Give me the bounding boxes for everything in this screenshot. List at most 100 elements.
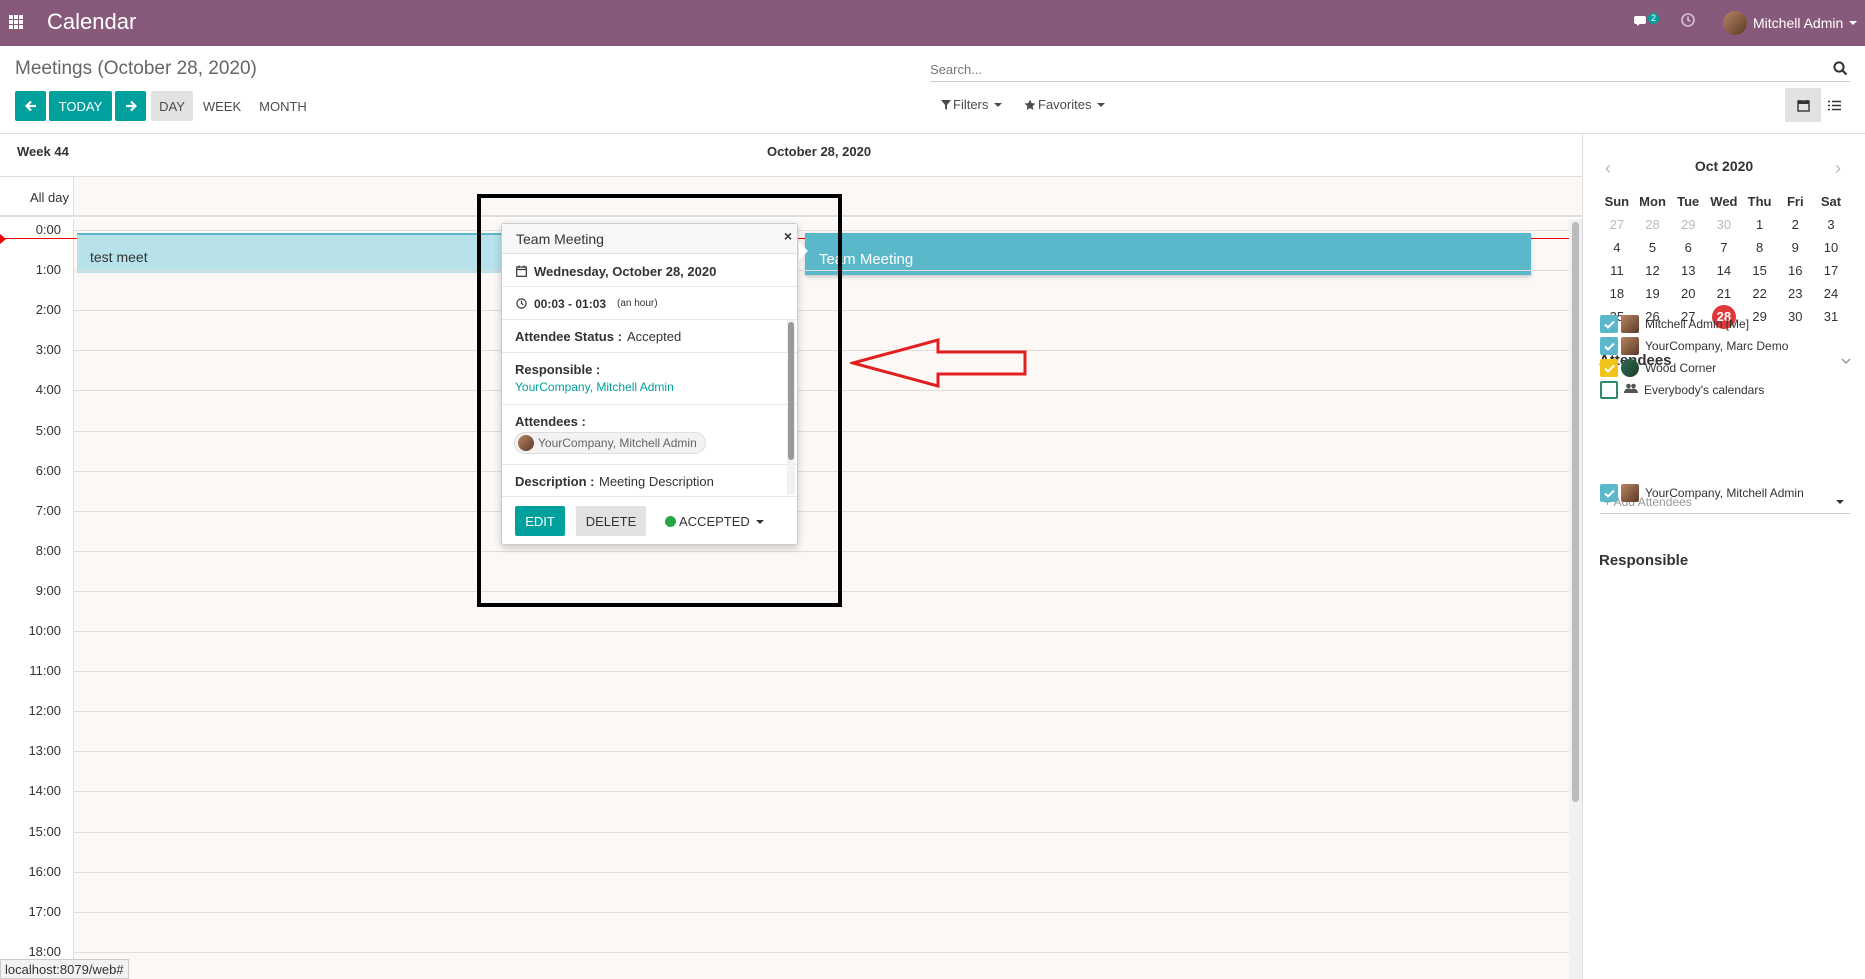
mini-calendar-day[interactable]: 19 xyxy=(1635,286,1671,301)
apps-grid-icon[interactable] xyxy=(9,15,23,29)
today-button[interactable]: TODAY xyxy=(49,91,112,121)
filter-label: Mitchell Admin [Me] xyxy=(1645,317,1750,331)
hour-label: 8:00 xyxy=(35,542,61,558)
scale-day-button[interactable]: DAY xyxy=(151,91,193,121)
favorites-dropdown[interactable]: Favorites xyxy=(1024,97,1106,112)
event-title: test meet xyxy=(90,249,148,265)
filters-dropdown[interactable]: Filters xyxy=(941,97,1003,112)
event-team-meeting[interactable]: Team Meeting xyxy=(805,233,1531,275)
hour-label: 10:00 xyxy=(28,623,61,638)
hour-label: 3:00 xyxy=(35,342,61,358)
mini-calendar-day[interactable]: 14 xyxy=(1706,263,1742,278)
hour-label: 7:00 xyxy=(35,502,61,518)
attendee-filter-item[interactable]: YourCompany, Marc Demo xyxy=(1600,336,1788,356)
avatar xyxy=(1621,359,1639,377)
hour-label: 6:00 xyxy=(35,462,61,478)
hour-line xyxy=(73,871,1569,873)
weekday-header: Mon xyxy=(1639,194,1666,209)
app-title[interactable]: Calendar xyxy=(47,9,136,35)
mini-calendar-day[interactable]: 15 xyxy=(1742,263,1778,278)
chat-badge: 2 xyxy=(1648,13,1660,24)
mini-calendar-day[interactable]: 5 xyxy=(1635,240,1671,255)
mini-calendar-day[interactable]: 30 xyxy=(1706,217,1742,232)
mini-calendar-day[interactable]: 29 xyxy=(1670,217,1706,232)
hour-label: 15:00 xyxy=(28,823,61,839)
check-icon xyxy=(1603,320,1615,329)
mini-calendar-day[interactable]: 8 xyxy=(1742,240,1778,255)
checkbox[interactable] xyxy=(1600,381,1618,399)
mini-calendar-day[interactable]: 10 xyxy=(1813,240,1849,255)
hour-label: 17:00 xyxy=(28,903,61,919)
mini-calendar-day[interactable]: 18 xyxy=(1599,286,1635,301)
mini-calendar-day[interactable]: 12 xyxy=(1635,263,1671,278)
filter-label: YourCompany, Mitchell Admin xyxy=(1645,486,1804,500)
list-view-button[interactable] xyxy=(1816,88,1852,122)
avatar xyxy=(1621,337,1639,355)
mini-calendar-day[interactable]: 22 xyxy=(1742,286,1778,301)
attendee-filter-item[interactable]: Mitchell Admin [Me] xyxy=(1600,314,1749,334)
vertical-scrollbar[interactable] xyxy=(1569,219,1582,979)
attendee-filter-item[interactable]: Wood Corner xyxy=(1600,358,1716,378)
calendar-sidebar: ‹ Oct 2020 › Sun Mon Tue Wed Thu Fri Sat 27 28 29… xyxy=(1582,133,1865,979)
search-icon[interactable] xyxy=(1833,61,1848,76)
arrow-left-icon xyxy=(24,100,36,112)
checkbox[interactable] xyxy=(1600,315,1618,333)
chevron-down-icon[interactable] xyxy=(1841,358,1851,365)
previous-button[interactable] xyxy=(15,91,46,121)
checkbox[interactable] xyxy=(1600,359,1618,377)
hour-label: 16:00 xyxy=(28,863,61,879)
highlight-rectangle xyxy=(477,194,842,607)
scale-month-button[interactable]: MONTH xyxy=(254,91,312,121)
hour-label: 18:00 xyxy=(28,943,61,959)
mini-calendar-day[interactable]: 30 xyxy=(1777,309,1813,324)
filters-label: Filters xyxy=(953,97,989,112)
mini-calendar-day[interactable]: 2 xyxy=(1777,217,1813,232)
user-menu[interactable]: Mitchell Admin xyxy=(1723,10,1858,36)
mini-calendar-day[interactable]: 31 xyxy=(1813,309,1849,324)
mini-calendar-day[interactable]: 28 xyxy=(1635,217,1671,232)
hour-label: 12:00 xyxy=(28,703,61,719)
weekday-header: Thu xyxy=(1747,194,1772,209)
hour-line xyxy=(73,911,1569,913)
favorites-label: Favorites xyxy=(1038,97,1092,112)
mini-calendar-day[interactable]: 20 xyxy=(1670,286,1706,301)
avatar xyxy=(1621,484,1639,502)
list-icon xyxy=(1827,100,1841,110)
mini-calendar-day[interactable]: 9 xyxy=(1777,240,1813,255)
star-icon xyxy=(1024,99,1036,110)
mini-calendar-day[interactable]: 11 xyxy=(1599,263,1635,278)
hour-line xyxy=(73,831,1569,833)
mini-calendar-day[interactable]: 27 xyxy=(1599,217,1635,232)
chat-button[interactable]: 2 xyxy=(1634,12,1664,34)
caret-down-icon xyxy=(1849,21,1858,25)
mini-calendar-day[interactable]: 24 xyxy=(1813,286,1849,301)
weekday-header: Sun xyxy=(1604,194,1630,209)
check-icon xyxy=(1603,364,1615,373)
responsible-filter-item[interactable]: YourCompany, Mitchell Admin xyxy=(1600,483,1804,503)
hour-label: 1:00 xyxy=(35,262,61,278)
attendee-filter-item[interactable]: Everybody's calendars xyxy=(1600,380,1764,400)
check-icon xyxy=(1603,489,1615,498)
breadcrumb-title: Meetings (October 28, 2020) xyxy=(15,58,257,79)
chevron-right-icon[interactable]: › xyxy=(1835,158,1841,179)
mini-calendar-day[interactable]: 17 xyxy=(1813,263,1849,278)
filter-label: YourCompany, Marc Demo xyxy=(1645,339,1789,353)
checkbox[interactable] xyxy=(1600,484,1618,502)
all-day-label: All day xyxy=(30,190,70,205)
search-input[interactable] xyxy=(930,58,1810,80)
mini-calendar-day[interactable]: 21 xyxy=(1706,286,1742,301)
mini-calendar-day[interactable]: 16 xyxy=(1777,263,1813,278)
mini-calendar-day[interactable]: 1 xyxy=(1742,217,1778,232)
weekday-header: Sat xyxy=(1820,194,1842,209)
activity-button[interactable] xyxy=(1681,13,1695,30)
mini-calendar-day[interactable]: 6 xyxy=(1670,240,1706,255)
next-button[interactable] xyxy=(115,91,146,121)
checkbox[interactable] xyxy=(1600,337,1618,355)
scale-week-button[interactable]: WEEK xyxy=(198,91,246,121)
mini-calendar-day[interactable]: 4 xyxy=(1599,240,1635,255)
hour-label: 2:00 xyxy=(35,302,61,318)
mini-calendar-day[interactable]: 23 xyxy=(1777,286,1813,301)
mini-calendar-day[interactable]: 3 xyxy=(1813,217,1849,232)
mini-calendar-day[interactable]: 7 xyxy=(1706,240,1742,255)
mini-calendar-day[interactable]: 13 xyxy=(1670,263,1706,278)
